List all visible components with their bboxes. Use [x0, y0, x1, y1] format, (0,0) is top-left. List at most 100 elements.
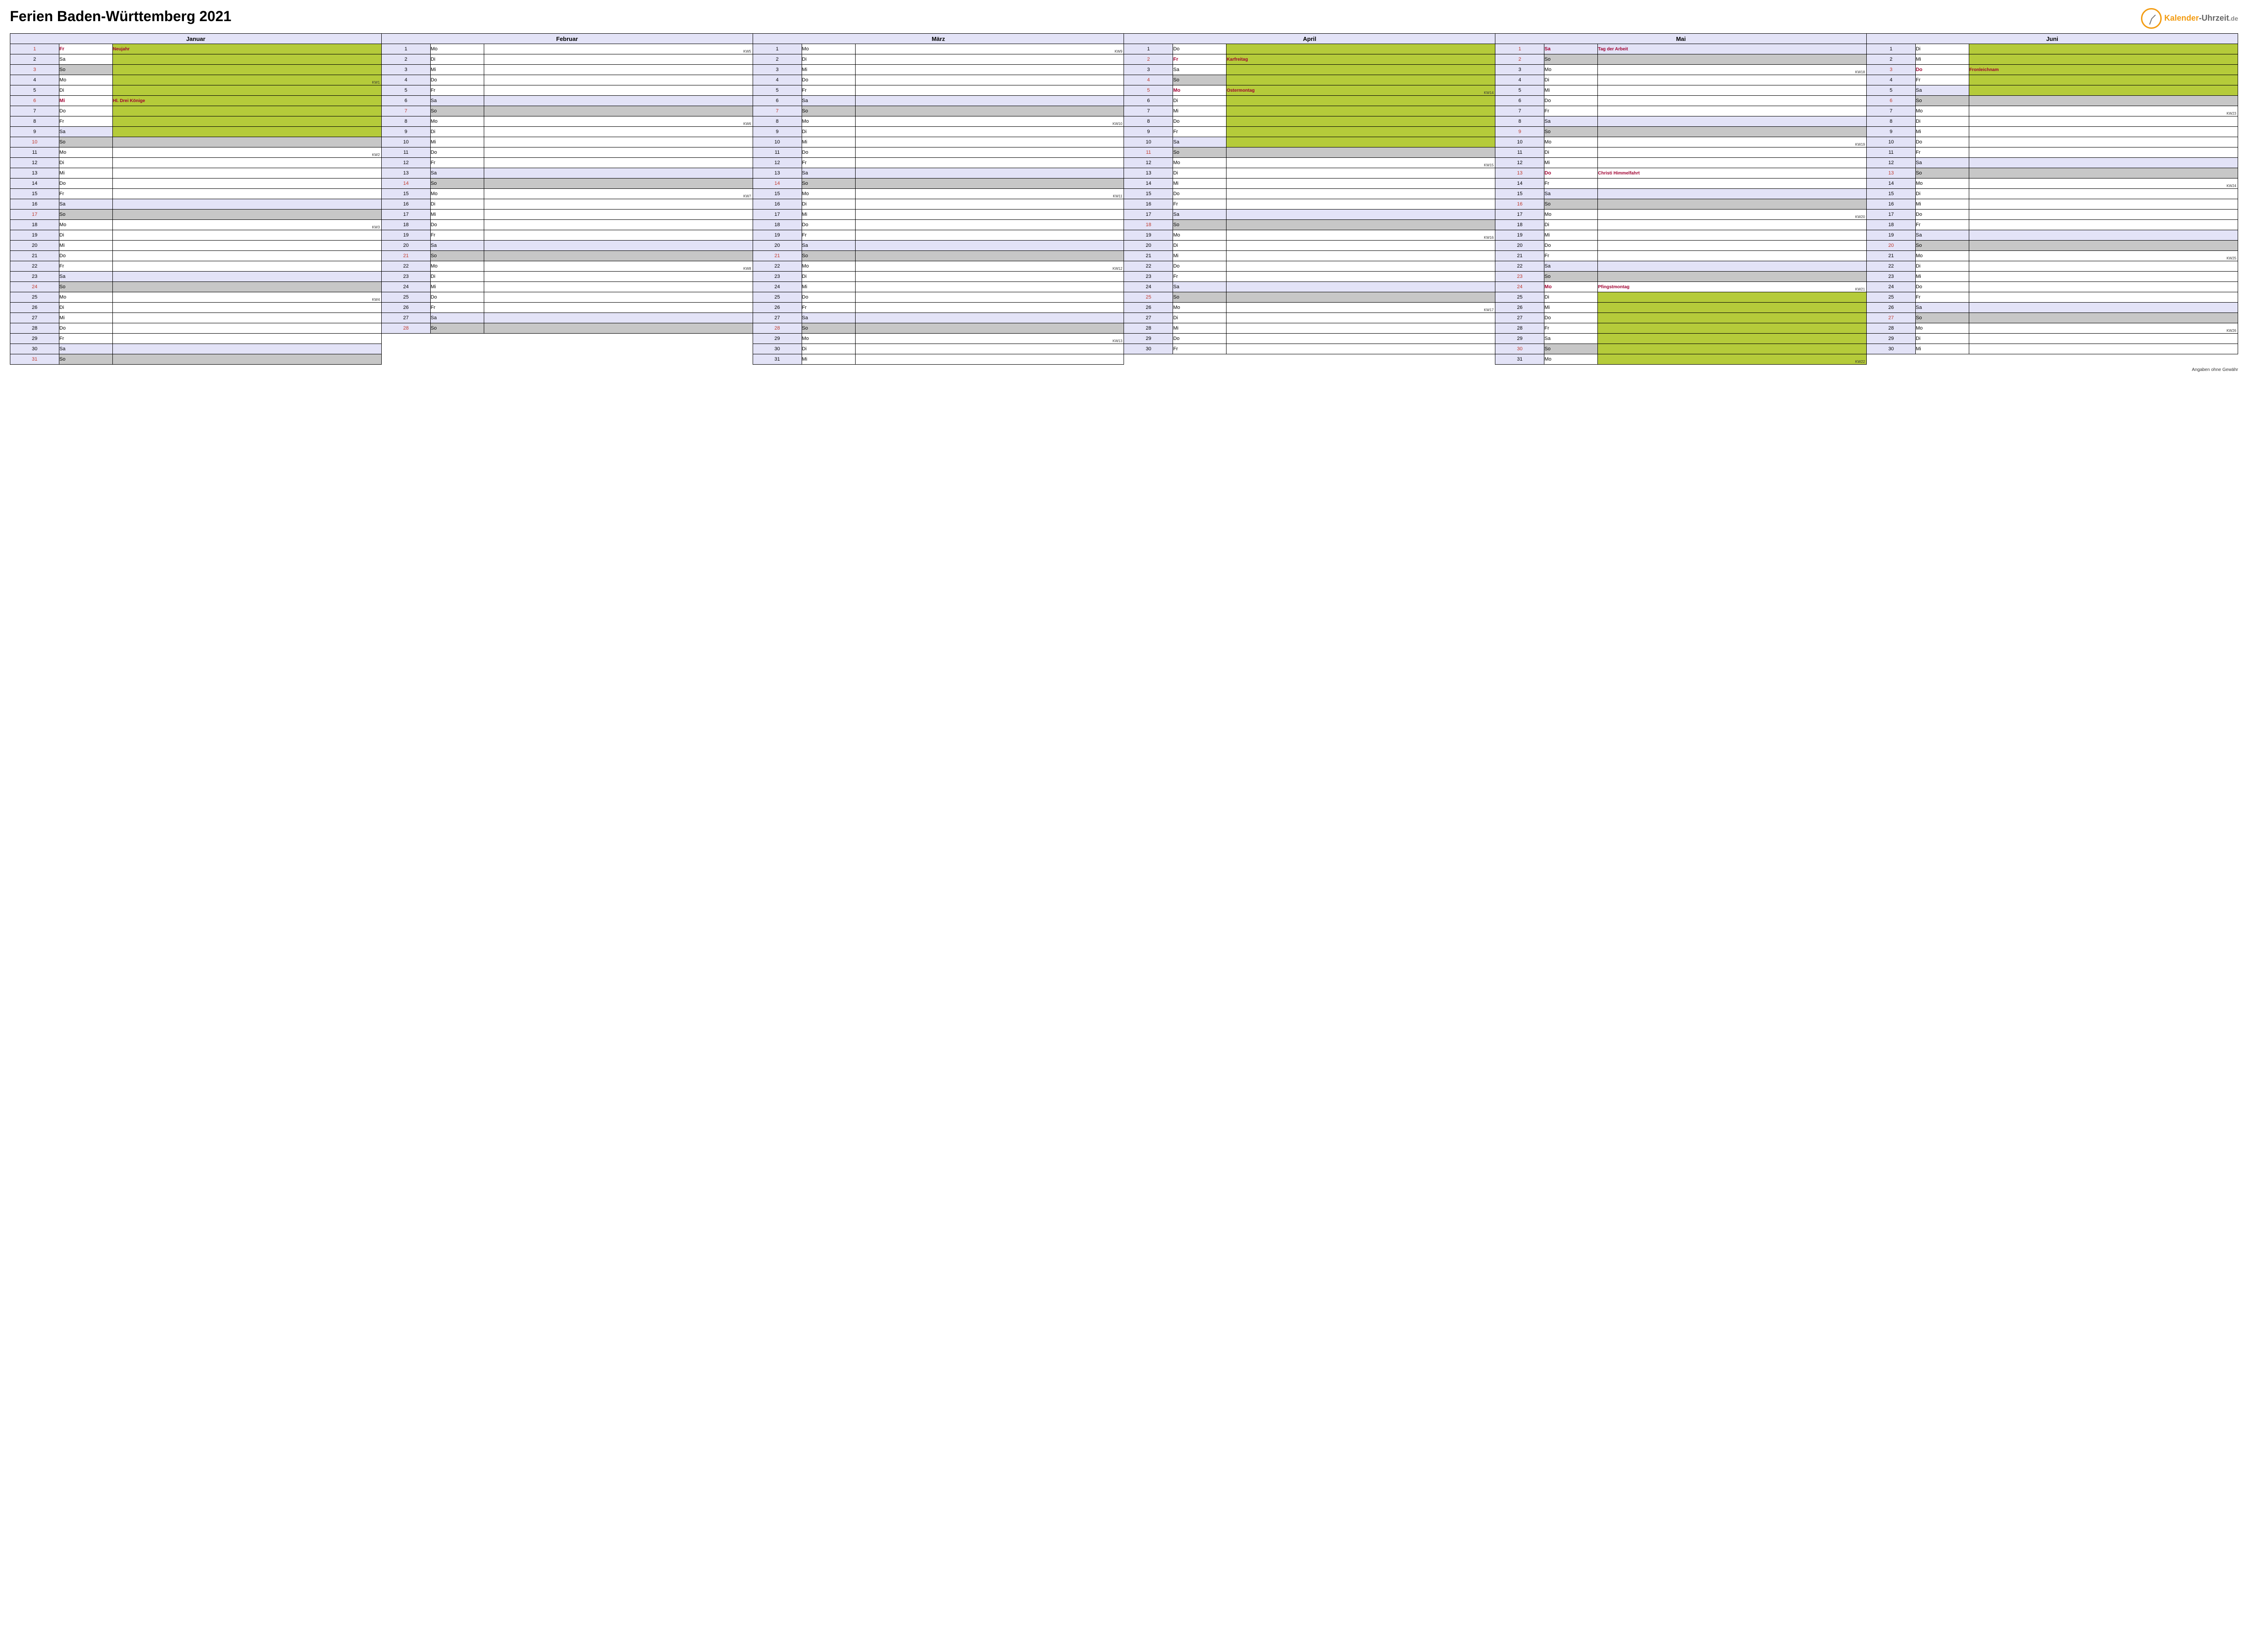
day-cell	[113, 323, 382, 334]
day-number: 30	[753, 344, 802, 354]
day-number: 18	[753, 220, 802, 230]
holiday-label: Christi Himmelfahrt	[1598, 171, 1640, 176]
weekday: Mi	[430, 282, 484, 292]
day-number: 12	[1867, 158, 1916, 168]
weekday: Do	[59, 251, 113, 261]
calendar-row: 11MoKW211Do11Do11So11Di11Fr	[10, 147, 2238, 158]
month-header: April	[1124, 34, 1495, 44]
day-number: 30	[1124, 344, 1173, 354]
day-number: 8	[1495, 116, 1544, 127]
day-cell	[1598, 127, 1867, 137]
day-cell	[1598, 75, 1867, 85]
day-cell	[1227, 96, 1495, 106]
day-number: 12	[1124, 158, 1173, 168]
day-number: 5	[10, 85, 59, 96]
day-cell	[113, 179, 382, 189]
day-number: 14	[753, 179, 802, 189]
day-number: 2	[1867, 54, 1916, 65]
day-cell: KW6	[484, 116, 753, 127]
day-cell	[113, 137, 382, 147]
day-cell: KW19	[1598, 137, 1867, 147]
day-number: 21	[1124, 251, 1173, 261]
calendar-row: 1FrNeujahr1MoKW51MoKW91Do1SaTag der Arbe…	[10, 44, 2238, 54]
day-cell	[113, 158, 382, 168]
day-number: 22	[381, 261, 430, 272]
day-number: 20	[10, 241, 59, 251]
weekday: So	[802, 179, 855, 189]
weekday: So	[1916, 313, 1969, 323]
weekday: Do	[1173, 189, 1227, 199]
day-number: 29	[753, 334, 802, 344]
weekday: Mi	[1173, 179, 1227, 189]
weekday: Fr	[430, 158, 484, 168]
weekday: Di	[430, 127, 484, 137]
weekday: So	[802, 251, 855, 261]
month-header: Februar	[381, 34, 753, 44]
calendar-week-label: KW18	[1855, 70, 1865, 74]
weekday: Fr	[1544, 251, 1598, 261]
day-number: 20	[381, 241, 430, 251]
weekday: Fr	[59, 44, 113, 54]
weekday: Mo	[1916, 179, 1969, 189]
day-cell	[484, 96, 753, 106]
day-cell	[113, 106, 382, 116]
day-number: 26	[753, 303, 802, 313]
day-number: 18	[1495, 220, 1544, 230]
day-cell	[1598, 292, 1867, 303]
weekday: So	[1544, 199, 1598, 210]
day-cell: Neujahr	[113, 44, 382, 54]
day-cell	[484, 230, 753, 241]
day-number: 24	[1495, 282, 1544, 292]
weekday: Mo	[430, 189, 484, 199]
calendar-week-label: KW15	[1484, 163, 1494, 167]
day-number: 31	[753, 354, 802, 365]
day-number: 18	[1867, 220, 1916, 230]
day-number: 14	[1495, 179, 1544, 189]
day-number: 1	[1124, 44, 1173, 54]
day-number: 4	[1124, 75, 1173, 85]
day-cell	[1227, 272, 1495, 282]
day-cell	[855, 158, 1124, 168]
weekday: Mo	[1173, 85, 1227, 96]
day-number: 10	[1495, 137, 1544, 147]
day-number: 13	[381, 168, 430, 179]
day-number: 3	[1867, 65, 1916, 75]
day-number: 24	[1867, 282, 1916, 292]
day-cell: Karfreitag	[1227, 54, 1495, 65]
weekday: Mo	[1916, 106, 1969, 116]
day-number: 11	[381, 147, 430, 158]
day-number: 21	[10, 251, 59, 261]
weekday: Mo	[1544, 282, 1598, 292]
weekday: Sa	[1916, 303, 1969, 313]
day-cell	[1227, 106, 1495, 116]
weekday: Di	[1173, 96, 1227, 106]
day-number: 30	[1867, 344, 1916, 354]
weekday: Di	[1544, 147, 1598, 158]
weekday: Sa	[59, 127, 113, 137]
day-cell	[1969, 282, 2238, 292]
day-number: 16	[1867, 199, 1916, 210]
calendar-week-label: KW2	[372, 153, 379, 157]
day-cell: PfingstmontagKW21	[1598, 282, 1867, 292]
logo-text-kalender: Kalender	[2164, 13, 2199, 22]
day-cell	[113, 230, 382, 241]
weekday: Di	[1544, 292, 1598, 303]
day-number: 17	[753, 210, 802, 220]
day-cell	[113, 272, 382, 282]
day-cell: KW18	[1598, 65, 1867, 75]
weekday: Fr	[59, 189, 113, 199]
weekday: So	[1544, 344, 1598, 354]
weekday: Do	[1916, 210, 1969, 220]
day-number: 10	[381, 137, 430, 147]
site-logo: Kalender-Uhrzeit.de	[2141, 8, 2238, 29]
calendar-week-label: KW19	[1855, 143, 1865, 147]
weekday: Mo	[59, 75, 113, 85]
weekday: So	[59, 65, 113, 75]
day-number: 18	[1124, 220, 1173, 230]
calendar-week-label: KW21	[1855, 287, 1865, 291]
day-number: 9	[1124, 127, 1173, 137]
day-cell	[1598, 147, 1867, 158]
day-number: 24	[10, 282, 59, 292]
day-number: 19	[1495, 230, 1544, 241]
day-number: 2	[381, 54, 430, 65]
